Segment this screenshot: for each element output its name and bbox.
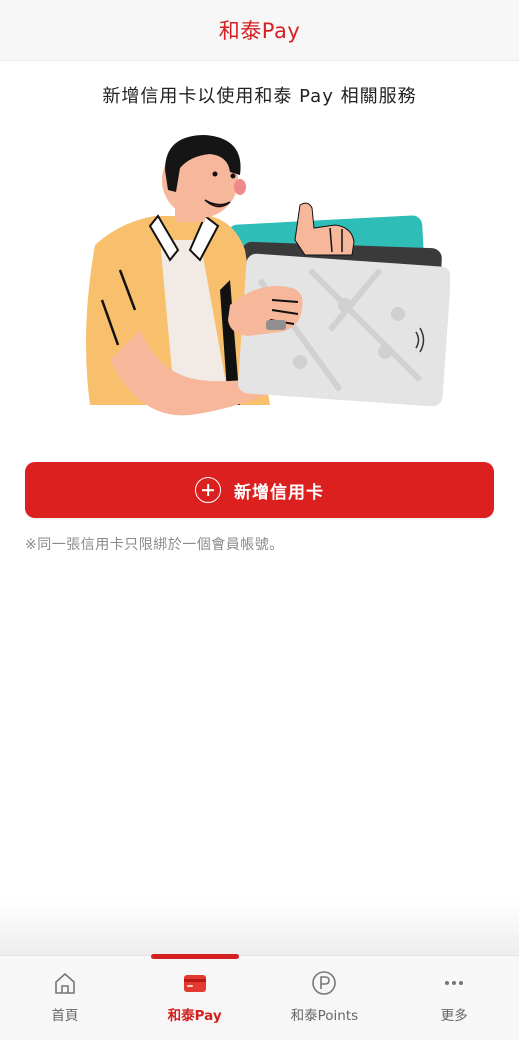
card-binding-note: ※同一張信用卡只限綁於一個會員帳號。 (25, 537, 284, 553)
add-card-label: 新增信用卡 (234, 482, 324, 503)
app-screen: 和泰Pay 新增信用卡以使用和泰 Pay 相關服務 新增信用卡 ※同一張信用卡只… (0, 0, 519, 1040)
tab-hotai-pay[interactable]: 和泰Pay (130, 954, 260, 1040)
more-icon (441, 970, 467, 996)
points-icon (311, 970, 337, 996)
tab-more[interactable]: 更多 (389, 956, 519, 1040)
bottom-tab-bar: 首頁 和泰Pay 和泰Points 更多 (0, 954, 519, 1040)
top-header: 和泰Pay (0, 0, 519, 61)
active-tab-indicator (150, 954, 239, 959)
headline-text: 新增信用卡以使用和泰 Pay 相關服務 (102, 86, 417, 107)
tab-hotai-points-label: 和泰Points (290, 1008, 359, 1024)
tab-hotai-points[interactable]: 和泰Points (260, 956, 390, 1040)
tab-hotai-pay-label: 和泰Pay (167, 1008, 222, 1024)
tab-home-label: 首頁 (51, 1008, 79, 1024)
tab-more-label: 更多 (440, 1008, 468, 1024)
page-title: 和泰Pay (218, 19, 301, 43)
tab-home[interactable]: 首頁 (0, 956, 130, 1040)
person-holding-cards-illustration (86, 135, 450, 416)
card-icon (182, 970, 208, 996)
plus-circle-icon (195, 477, 221, 503)
home-icon (52, 970, 78, 996)
bottom-fade (0, 900, 519, 955)
add-credit-card-button[interactable]: 新增信用卡 (25, 462, 494, 518)
